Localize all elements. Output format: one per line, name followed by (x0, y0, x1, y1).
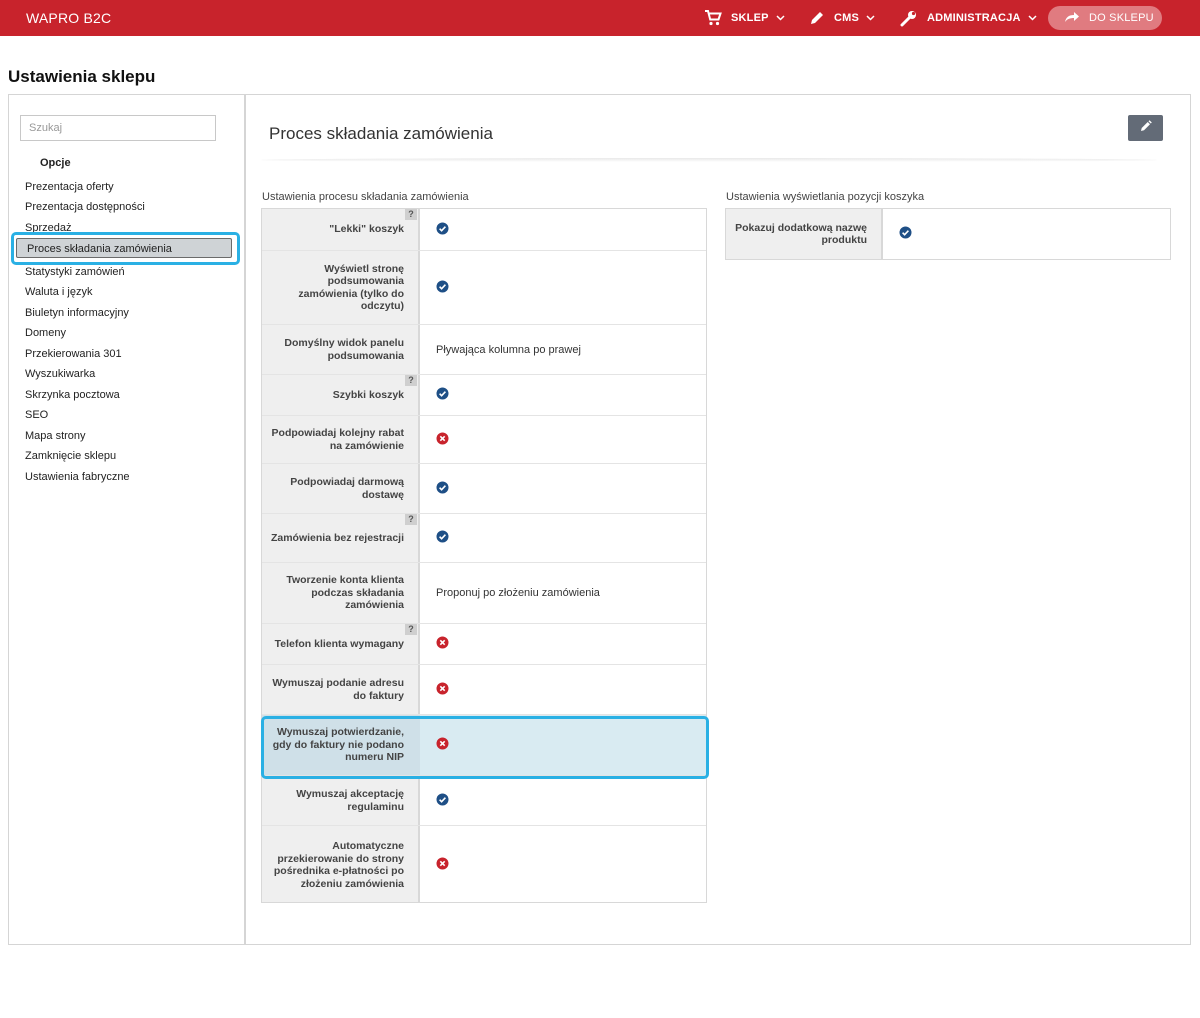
check-circle-icon (436, 280, 449, 296)
help-icon[interactable]: ? (405, 375, 417, 386)
setting-row-zamowienia-bez-rejestracji: Zamówienia bez rejestracji? (262, 514, 706, 563)
check-circle-icon (436, 481, 449, 497)
cross-circle-icon (436, 636, 449, 652)
setting-value-status (436, 776, 449, 825)
setting-value-status (436, 665, 449, 714)
cross-circle-icon (436, 857, 449, 873)
section-cart-display-title: Ustawienia wyświetlania pozycji koszyka (726, 191, 925, 203)
help-icon[interactable]: ? (405, 624, 417, 635)
sidebar-item-waluta-i-jezyk[interactable]: Waluta i język (25, 286, 92, 298)
setting-value-status (436, 826, 449, 904)
check-circle-icon (436, 530, 449, 546)
setting-label: Podpowiadaj kolejny rabat na zamówienie (271, 427, 404, 452)
setting-value-status (436, 209, 449, 250)
setting-row-podpowiadaj-kolejny-rabat-na-zamowienie: Podpowiadaj kolejny rabat na zamówienie (262, 416, 706, 464)
settings-panel: Opcje Prezentacja oferty Prezentacja dos… (8, 94, 1191, 945)
help-icon[interactable]: ? (405, 209, 417, 220)
sidebar-item-skrzynka-pocztowa[interactable]: Skrzynka pocztowa (25, 389, 120, 401)
search-input[interactable] (20, 115, 216, 141)
sidebar: Opcje Prezentacja oferty Prezentacja dos… (9, 95, 246, 944)
sidebar-item-prezentacja-oferty[interactable]: Prezentacja oferty (25, 181, 114, 193)
setting-value-status (436, 416, 449, 463)
help-icon[interactable]: ? (405, 514, 417, 525)
check-circle-icon (899, 226, 912, 242)
setting-row-tworzenie-konta-klienta-podczas-skladani: Tworzenie konta klienta podczas składani… (262, 563, 706, 624)
setting-value-status (436, 251, 449, 324)
order-process-settings-table: "Lekki" koszyk? Wyświetl stronę podsumowa… (261, 208, 707, 903)
nav-cms-label: CMS (834, 12, 860, 24)
setting-label: Wymuszaj akceptację regulaminu (296, 788, 404, 813)
chevron-down-icon (1028, 15, 1037, 21)
sidebar-item-mapa-strony[interactable]: Mapa strony (25, 430, 86, 442)
edit-button[interactable] (1128, 115, 1163, 141)
sidebar-item-zamkniecie-sklepu[interactable]: Zamknięcie sklepu (25, 450, 116, 462)
cart-icon (704, 10, 722, 26)
setting-row-telefon-klienta-wymagany: Telefon klienta wymagany? (262, 624, 706, 665)
nav-sklep[interactable]: SKLEP (704, 0, 785, 36)
cross-circle-icon (436, 682, 449, 698)
sidebar-item-wyszukiwarka[interactable]: Wyszukiwarka (25, 368, 95, 380)
setting-value-status (436, 514, 449, 562)
setting-label: Telefon klienta wymagany (274, 637, 404, 650)
setting-row-lekki-koszyk: "Lekki" koszyk? (262, 209, 706, 251)
pencil-icon (809, 10, 825, 26)
go-to-shop-button[interactable]: DO SKLEPU (1048, 6, 1162, 30)
setting-label: Domyślny widok panelu podsumowania (284, 337, 404, 362)
title-divider (261, 158, 1157, 162)
sidebar-item-domeny[interactable]: Domeny (25, 327, 66, 339)
check-circle-icon (436, 793, 449, 809)
pencil-icon (1140, 119, 1152, 137)
content-title: Proces składania zamówienia (269, 124, 493, 143)
setting-label: "Lekki" koszyk (329, 223, 404, 236)
sidebar-item-biuletyn-informacyjny[interactable]: Biuletyn informacyjny (25, 307, 129, 319)
setting-row-wyswietl-strone-podsumowania-zamowienia-: Wyświetl stronę podsumowania zamówienia … (262, 251, 706, 325)
setting-label: Szybki koszyk (332, 388, 404, 401)
options-title: Opcje (40, 157, 71, 169)
setting-value-status (436, 464, 449, 513)
setting-row-szybki-koszyk: Szybki koszyk? (262, 375, 706, 416)
brand-logo[interactable]: WAPRO B2C (26, 10, 111, 26)
sidebar-item-statystyki-zamowien[interactable]: Statystyki zamówień (25, 266, 125, 278)
go-to-shop-label: DO SKLEPU (1089, 12, 1154, 24)
highlight-frame-sidebar (11, 232, 240, 265)
chevron-down-icon (776, 15, 785, 21)
sidebar-item-przekierowania-301[interactable]: Przekierowania 301 (25, 348, 122, 360)
chevron-down-icon (866, 15, 875, 21)
setting-value-status (899, 209, 912, 259)
setting-label: Tworzenie konta klienta podczas składani… (286, 574, 404, 612)
nav-administracja-label: ADMINISTRACJA (927, 12, 1021, 24)
sidebar-item-seo[interactable]: SEO (25, 409, 48, 421)
setting-value-text: Proponuj po złożeniu zamówienia (436, 587, 600, 599)
setting-value-status (436, 375, 449, 415)
setting-row-pokazuj-dodatkowa-nazwe-produktu: Pokazuj dodatkową nazwę produktu (726, 209, 1170, 259)
cross-circle-icon (436, 432, 449, 448)
setting-label: Wymuszaj podanie adresu do faktury (272, 677, 404, 702)
top-bar: WAPRO B2C SKLEP CMS ADMINISTRACJA DO SKL… (0, 0, 1200, 36)
cart-display-settings-table: Pokazuj dodatkową nazwę produktu (725, 208, 1171, 260)
setting-value-text: Pływająca kolumna po prawej (436, 343, 581, 356)
setting-row-podpowiadaj-darmowa-dostawe: Podpowiadaj darmową dostawę (262, 464, 706, 514)
share-arrow-icon (1048, 10, 1080, 26)
sidebar-item-prezentacja-dostepnosci[interactable]: Prezentacja dostępności (25, 201, 145, 213)
page-title: Ustawienia sklepu (8, 67, 156, 86)
check-circle-icon (436, 387, 449, 403)
setting-row-automatyczne-przekierowanie-do-strony-po: Automatyczne przekierowanie do strony po… (262, 826, 706, 904)
setting-row-wymuszaj-akceptacje-regulaminu: Wymuszaj akceptację regulaminu (262, 776, 706, 826)
nav-cms[interactable]: CMS (809, 0, 875, 36)
setting-label: Podpowiadaj darmową dostawę (290, 476, 404, 501)
setting-value-status (436, 624, 449, 664)
check-circle-icon (436, 222, 449, 238)
section-order-process-title: Ustawienia procesu składania zamówienia (262, 191, 469, 203)
setting-row-wymuszaj-podanie-adresu-do-faktury: Wymuszaj podanie adresu do faktury (262, 665, 706, 715)
nav-administracja[interactable]: ADMINISTRACJA (900, 0, 1037, 36)
setting-label: Zamówienia bez rejestracji (270, 531, 404, 544)
highlight-frame-nip-row (261, 716, 709, 779)
setting-label: Automatyczne przekierowanie do strony po… (273, 840, 404, 890)
setting-label: Wyświetl stronę podsumowania zamówienia … (298, 262, 404, 313)
wrench-icon (900, 10, 918, 27)
nav-sklep-label: SKLEP (731, 12, 769, 24)
setting-label: Pokazuj dodatkową nazwę produktu (735, 221, 867, 247)
sidebar-item-ustawienia-fabryczne[interactable]: Ustawienia fabryczne (25, 471, 130, 483)
setting-row-domyslny-widok-panelu-podsumowania: Domyślny widok panelu podsumowania Pływaj… (262, 325, 706, 375)
